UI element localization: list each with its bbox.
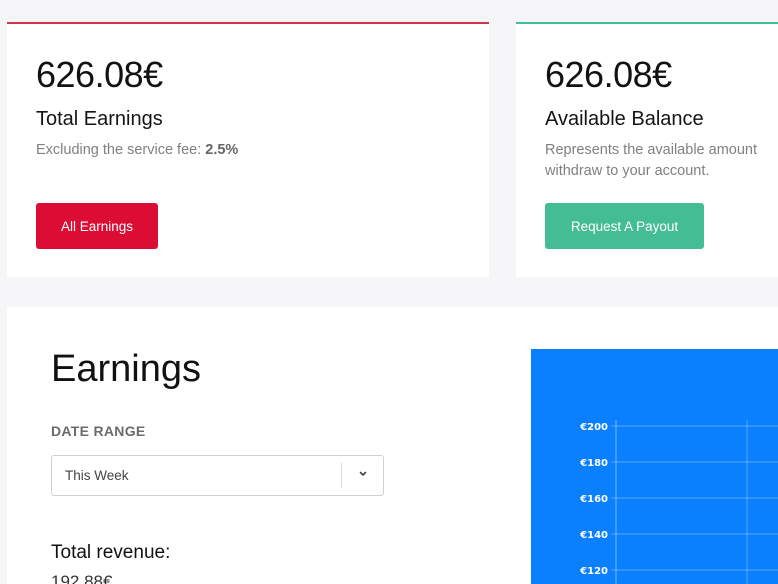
- date-range-label: DATE RANGE: [51, 423, 146, 439]
- chart-y-tick-label: €140: [579, 530, 608, 541]
- total-earnings-title: Total Earnings: [36, 108, 163, 130]
- balance-desc-line-1: Represents the available amount: [545, 142, 757, 158]
- total-earnings-card: 626.08€ Total Earnings Excluding the ser…: [7, 22, 489, 277]
- total-revenue-value: 192.88€: [51, 572, 113, 584]
- total-earnings-amount: 626.08€: [36, 54, 163, 95]
- chart-y-tick-label: €180: [579, 458, 608, 469]
- service-fee-value: 2.5%: [205, 142, 239, 158]
- select-divider: [341, 463, 342, 488]
- earnings-title: Earnings: [51, 348, 201, 390]
- request-payout-button[interactable]: Request A Payout: [545, 203, 704, 249]
- service-fee-text: Excluding the service fee:: [36, 142, 206, 158]
- chart-y-tick-label: €120: [579, 566, 608, 577]
- date-range-value: This Week: [65, 468, 129, 483]
- available-balance-title: Available Balance: [545, 108, 704, 130]
- earnings-chart-svg: €200 €180 €160 €140 €120: [579, 420, 778, 584]
- total-earnings-description: Excluding the service fee: 2.5%: [36, 140, 238, 161]
- available-balance-card: 626.08€ Available Balance Represents the…: [516, 22, 778, 277]
- earnings-chart: €200 €180 €160 €140 €120: [531, 349, 778, 584]
- chart-y-tick-label: €200: [579, 422, 608, 433]
- available-balance-description: Represents the available amount withdraw…: [545, 140, 757, 182]
- chevron-down-icon[interactable]: [358, 467, 368, 481]
- all-earnings-button[interactable]: All Earnings: [36, 203, 158, 249]
- available-balance-amount: 626.08€: [545, 54, 672, 95]
- earnings-panel: Earnings DATE RANGE This Week Total reve…: [7, 307, 778, 584]
- balance-desc-line-2: withdraw to your account.: [545, 163, 710, 179]
- total-revenue-label: Total revenue:: [51, 542, 171, 563]
- chart-y-tick-label: €160: [579, 494, 608, 505]
- date-range-select[interactable]: This Week: [51, 455, 384, 496]
